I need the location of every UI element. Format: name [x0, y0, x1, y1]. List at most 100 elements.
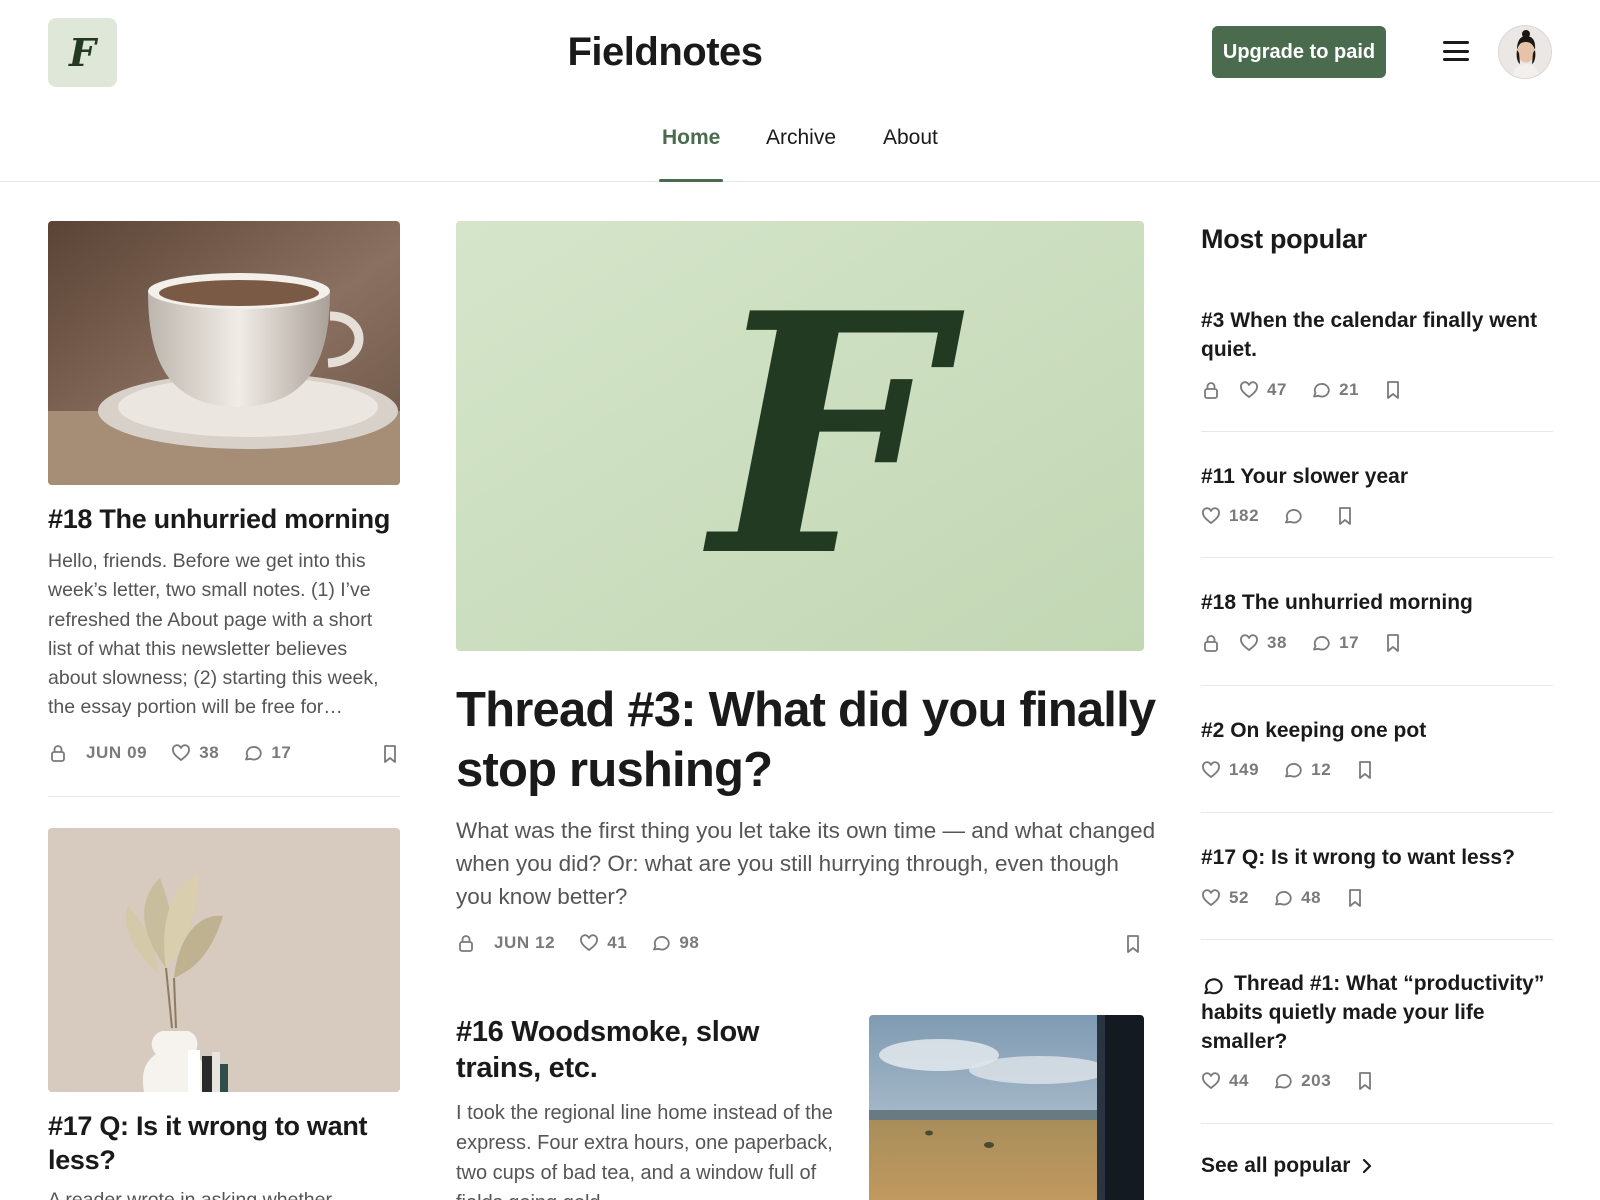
comment-icon: [243, 743, 263, 763]
post-excerpt: I took the regional line home instead of…: [456, 1102, 833, 1200]
like-button[interactable]: 182: [1201, 506, 1259, 526]
site-header: F Fieldnotes Upgrade to paid Home Archiv…: [0, 0, 1600, 182]
tab-home[interactable]: Home: [659, 126, 724, 182]
post-excerpt: A reader wrote in asking whether: [48, 1189, 332, 1200]
comment-button[interactable]: 98: [651, 933, 699, 953]
comment-icon: [1273, 1071, 1293, 1091]
like-count: 47: [1267, 380, 1288, 399]
bookmark-icon[interactable]: [1335, 505, 1355, 527]
like-count: 41: [607, 933, 628, 952]
post-title[interactable]: #17 Q: Is it wrong to want less?: [48, 1109, 400, 1177]
bookmark-icon[interactable]: [1355, 1070, 1375, 1092]
comment-button[interactable]: 17: [1311, 633, 1359, 653]
comment-button[interactable]: 21: [1311, 380, 1359, 400]
post-image-coffee-cup[interactable]: [48, 221, 400, 485]
comment-icon: [1202, 975, 1224, 1002]
popular-item-title[interactable]: #11 Your slower year: [1201, 462, 1556, 491]
bookmark-icon[interactable]: [380, 743, 400, 770]
divider: [1201, 812, 1553, 813]
post-image-dried-palm[interactable]: [48, 828, 400, 1092]
like-count: 149: [1229, 760, 1260, 779]
divider: [1201, 557, 1553, 558]
comment-count: 98: [679, 933, 700, 952]
comment-count: 203: [1301, 1071, 1332, 1090]
comment-icon: [1283, 760, 1303, 780]
divider: [1201, 685, 1553, 686]
like-button[interactable]: 47: [1239, 380, 1287, 400]
like-button[interactable]: 149: [1201, 760, 1259, 780]
bookmark-icon[interactable]: [1355, 759, 1375, 781]
comment-button[interactable]: 48: [1273, 888, 1321, 908]
comment-icon: [1311, 633, 1331, 653]
popular-item-title[interactable]: #3 When the calendar finally went quiet.: [1201, 306, 1556, 364]
comment-button[interactable]: [1283, 506, 1311, 526]
comment-icon: [651, 933, 671, 953]
main-nav: Home Archive About: [0, 126, 1600, 182]
comment-icon: [1273, 888, 1293, 908]
post-image-train-window[interactable]: [869, 1015, 1144, 1200]
heart-icon: [171, 743, 191, 763]
featured-logo-image: F: [456, 221, 1144, 651]
like-button[interactable]: 38: [1239, 633, 1287, 653]
post-title[interactable]: #16 Woodsmoke, slow trains, etc.: [456, 1014, 836, 1086]
lock-icon: [48, 743, 68, 763]
featured-post-title[interactable]: Thread #3: What did you finally stop rus…: [456, 680, 1156, 800]
comment-count: 48: [1301, 888, 1322, 907]
like-count: 182: [1229, 506, 1260, 525]
popular-item-meta: 44 203: [1201, 1070, 1399, 1092]
tab-home-label: Home: [662, 126, 721, 149]
see-all-popular-label: See all popular: [1201, 1154, 1351, 1177]
featured-post-meta: JUN 12 41 98: [456, 933, 723, 953]
upgrade-button[interactable]: Upgrade to paid: [1212, 26, 1386, 78]
comment-button[interactable]: 12: [1283, 760, 1331, 780]
heart-icon: [1239, 380, 1259, 400]
featured-post-excerpt: What was the first thing you let take it…: [456, 818, 1156, 909]
lock-icon: [1201, 633, 1221, 653]
bookmark-icon[interactable]: [1123, 933, 1143, 960]
heart-icon: [1239, 633, 1259, 653]
avatar-portrait-icon: [1499, 26, 1551, 78]
comment-button[interactable]: 203: [1273, 1071, 1331, 1091]
hamburger-menu-icon[interactable]: [1442, 38, 1470, 64]
heart-icon: [579, 933, 599, 953]
tab-about-label: About: [883, 126, 938, 149]
divider: [1201, 939, 1553, 940]
like-button[interactable]: 52: [1201, 888, 1249, 908]
tab-archive-label: Archive: [766, 126, 837, 149]
bookmark-icon[interactable]: [1345, 887, 1365, 909]
see-all-popular-link[interactable]: See all popular: [1201, 1154, 1374, 1178]
like-button[interactable]: 41: [579, 933, 627, 953]
tab-about[interactable]: About: [883, 126, 938, 182]
lock-icon: [456, 933, 476, 953]
divider: [1201, 431, 1553, 432]
dried-palm-vase-photo: [48, 828, 400, 1092]
like-button[interactable]: 44: [1201, 1071, 1249, 1091]
comment-button[interactable]: 17: [243, 743, 291, 763]
featured-post-image[interactable]: F: [456, 221, 1144, 651]
popular-item-meta: 182: [1201, 505, 1379, 527]
popular-item-title[interactable]: #2 On keeping one pot: [1201, 716, 1556, 745]
popular-item-title[interactable]: Thread #1: What “productivity” habits qu…: [1201, 969, 1556, 1056]
like-button[interactable]: 38: [171, 743, 219, 763]
heart-icon: [1201, 506, 1221, 526]
coffee-cup-photo: [48, 221, 400, 485]
popular-item-title[interactable]: #17 Q: Is it wrong to want less?: [1201, 843, 1556, 872]
bookmark-icon[interactable]: [1383, 379, 1403, 401]
like-count: 38: [1267, 633, 1288, 652]
divider: [1201, 1123, 1553, 1124]
like-count: 44: [1229, 1071, 1250, 1090]
post-title[interactable]: #18 The unhurried morning: [48, 502, 400, 536]
site-title[interactable]: Fieldnotes: [0, 30, 1330, 75]
comment-count: 21: [1339, 380, 1360, 399]
bookmark-icon[interactable]: [1383, 632, 1403, 654]
like-count: 38: [199, 743, 220, 762]
divider: [48, 796, 400, 797]
avatar[interactable]: [1498, 25, 1552, 79]
post-excerpt: Hello, friends. Before we get into this …: [48, 550, 379, 719]
hero-logo-letter: F: [701, 241, 969, 629]
train-window-fields-photo: [869, 1015, 1144, 1200]
post-meta: JUN 09 38 17: [48, 743, 315, 763]
tab-archive[interactable]: Archive: [766, 126, 836, 182]
popular-item-meta: 149 12: [1201, 759, 1399, 781]
popular-item-title[interactable]: #18 The unhurried morning: [1201, 588, 1556, 617]
